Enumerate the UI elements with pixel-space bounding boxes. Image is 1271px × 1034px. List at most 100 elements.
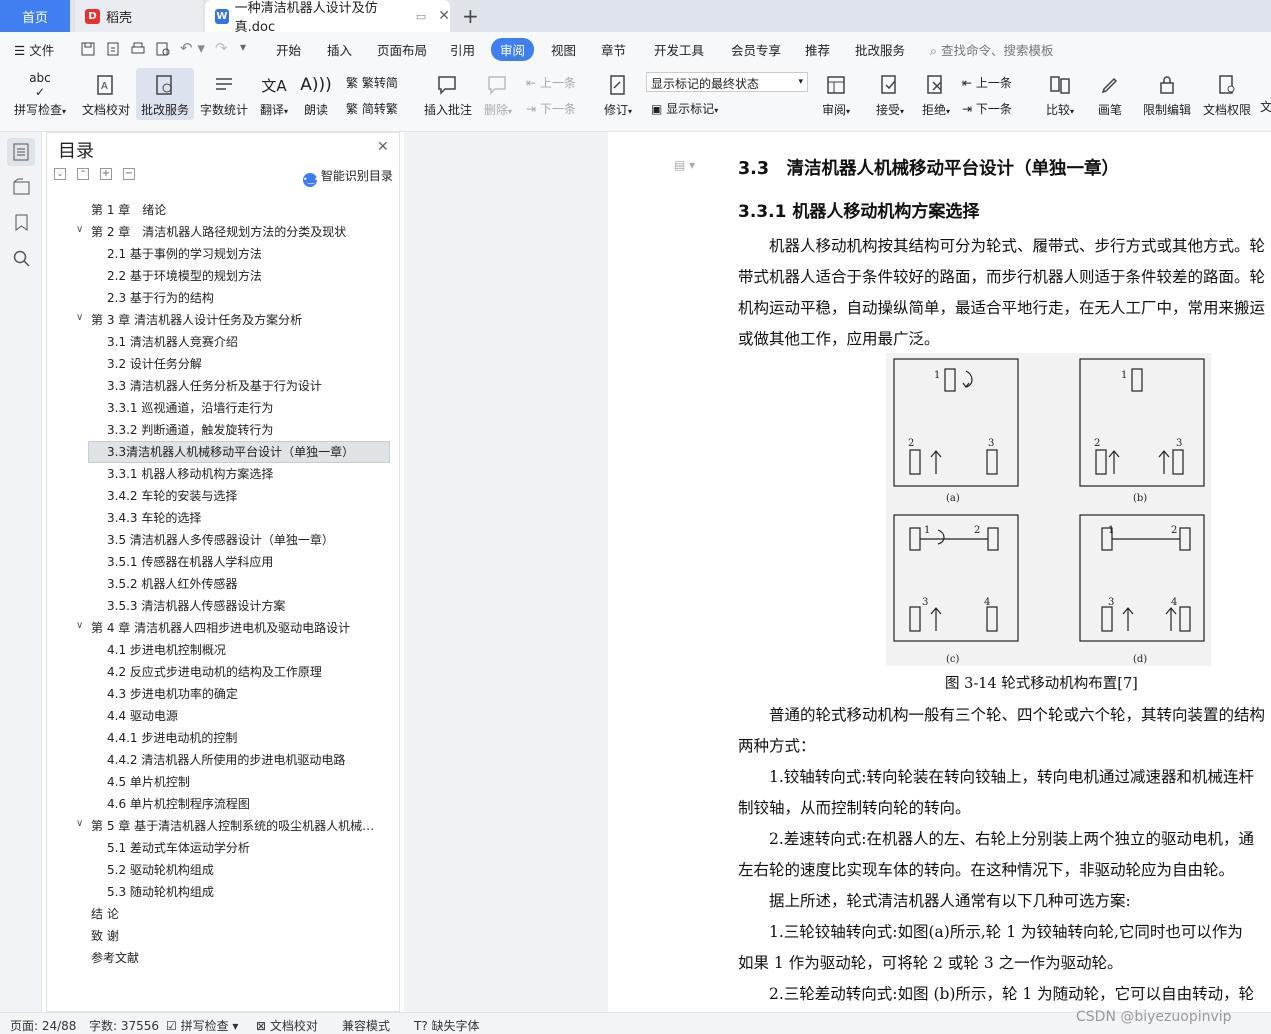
doc-proof-button[interactable]: A 文档校对 <box>80 72 132 118</box>
toc-item[interactable]: 3.5.1 传感器在机器人学科应用 <box>107 553 273 570</box>
close-panel-icon[interactable]: ✕ <box>377 139 389 155</box>
new-tab-icon[interactable]: + <box>462 4 479 28</box>
prev-change-button[interactable]: ⇤ 上一条 <box>962 74 1012 91</box>
more-quick-icon[interactable]: ▾ <box>240 40 246 54</box>
ribbon-more-button[interactable]: 文 <box>1260 98 1271 115</box>
toc-item[interactable]: 3.4.3 车轮的选择 <box>107 509 201 526</box>
toc-item[interactable]: 5.3 随动轮机构组成 <box>107 883 214 900</box>
simp-to-trad-button[interactable]: 繁 简转繁 <box>346 100 398 117</box>
print-preview-icon[interactable] <box>155 41 171 57</box>
toc-expand-icon[interactable]: ∨ <box>76 818 83 829</box>
print-icon[interactable] <box>130 41 146 57</box>
menu-tab-10[interactable]: 批改服务 <box>855 40 905 59</box>
toc-item[interactable]: 3.1 清洁机器人竞赛介绍 <box>107 333 238 350</box>
toc-item[interactable]: 3.3清洁机器人机械移动平台设计（单独一章） <box>107 443 354 460</box>
search-icon[interactable] <box>13 250 30 271</box>
toc-panel-icon[interactable] <box>7 138 35 166</box>
toc-expand-icon[interactable]: ∨ <box>76 620 83 631</box>
toc-item[interactable]: 3.2 设计任务分解 <box>107 355 202 372</box>
collapse-all-icon[interactable]: ⌄ <box>54 168 66 180</box>
prev-comment-button[interactable]: ⇤ 上一条 <box>526 74 576 91</box>
show-markup-button[interactable]: ▣ 显示标记▾ <box>651 100 718 117</box>
delete-comment-button[interactable]: 删除▾ <box>480 72 516 118</box>
save-icon[interactable] <box>80 41 96 57</box>
status-spell-check[interactable]: ☑ 拼写检查 ▾ <box>166 1017 238 1034</box>
translate-button[interactable]: 文A 翻译▾ <box>256 72 292 118</box>
restrict-edit-button[interactable]: 限制编辑 <box>1140 72 1194 118</box>
menu-tab-3[interactable]: 引用 <box>450 40 475 59</box>
toc-item[interactable]: 3.3.1 机器人移动机构方案选择 <box>107 465 273 482</box>
tab-daoke[interactable]: D 稻壳 <box>75 0 203 32</box>
menu-tab-2[interactable]: 页面布局 <box>377 40 427 59</box>
toc-item[interactable]: 2.1 基于事例的学习规划方法 <box>107 245 262 262</box>
toc-item[interactable]: 致 谢 <box>91 927 119 944</box>
toc-item[interactable]: 4.4 驱动电源 <box>107 707 178 724</box>
toc-item[interactable]: 第 4 章 清洁机器人四相步进电机及驱动电路设计 <box>91 619 350 636</box>
next-comment-button[interactable]: ⇥ 下一条 <box>526 100 576 117</box>
menu-tab-8[interactable]: 会员专享 <box>731 40 781 59</box>
compare-button[interactable]: 比较▾ <box>1040 72 1080 118</box>
tab-home[interactable]: 首页 <box>0 0 70 32</box>
toc-item[interactable]: 2.2 基于环境模型的规划方法 <box>107 267 262 284</box>
toc-item[interactable]: 5.1 差动式车体运动学分析 <box>107 839 250 856</box>
toc-item[interactable]: 4.4.2 清洁机器人所使用的步进电机驱动电路 <box>107 751 345 768</box>
toc-item[interactable]: 第 2 章 清洁机器人路径规划方法的分类及现状 <box>91 223 346 240</box>
bookmark-icon[interactable] <box>15 214 28 235</box>
toc-item[interactable]: 4.4.1 步进电动机的控制 <box>107 729 237 746</box>
toc-item[interactable]: 5.2 驱动轮机构组成 <box>107 861 214 878</box>
command-search[interactable]: ⌕ 查找命令、搜索模板 <box>930 40 1054 59</box>
toc-item[interactable]: 4.3 步进电机功率的确定 <box>107 685 238 702</box>
menu-tab-6[interactable]: 章节 <box>601 40 626 59</box>
toc-item[interactable]: 3.3 清洁机器人任务分析及基于行为设计 <box>107 377 322 394</box>
menu-tab-9[interactable]: 推荐 <box>805 40 830 59</box>
toc-item[interactable]: 结 论 <box>91 905 119 922</box>
reject-button[interactable]: 拒绝▾ <box>916 72 956 118</box>
word-count-button[interactable]: 字数统计 <box>198 72 250 118</box>
missing-fonts[interactable]: T? 缺失字体 <box>414 1017 480 1034</box>
toc-item[interactable]: 2.3 基于行为的结构 <box>107 289 214 306</box>
correction-service-button[interactable]: 批改服务 <box>136 68 194 120</box>
undo-icon[interactable]: ↶ ▾ <box>180 39 205 57</box>
spell-check-button[interactable]: abc ✓ 拼写检查▾ <box>10 71 70 118</box>
toc-item[interactable]: 3.4.2 车轮的安装与选择 <box>107 487 237 504</box>
insert-comment-button[interactable]: 插入批注 <box>422 72 474 118</box>
pen-button[interactable]: 画笔 <box>1094 72 1126 118</box>
toc-item[interactable]: 第 1 章 绪论 <box>91 201 166 218</box>
menu-tab-7[interactable]: 开发工具 <box>654 40 704 59</box>
markup-state-select[interactable]: 显示标记的最终状态 ▾ <box>646 72 808 92</box>
expand-up-icon[interactable]: ⌃ <box>77 168 89 180</box>
toc-item[interactable]: 3.3.2 判断通道，触发旋转行为 <box>107 421 273 438</box>
doc-permission-button[interactable]: 文档权限 <box>1200 72 1254 118</box>
review-pane-button[interactable]: 审阅▾ <box>816 72 856 118</box>
menu-tab-1[interactable]: 插入 <box>327 40 352 59</box>
toc-item[interactable]: 4.1 步进电机控制概况 <box>107 641 226 658</box>
next-change-button[interactable]: ⇥ 下一条 <box>962 100 1012 117</box>
status-doc-proof[interactable]: ⊠ 文档校对 <box>256 1017 318 1034</box>
menu-tab-4[interactable]: 审阅 <box>491 38 535 61</box>
read-aloud-button[interactable]: A))) 朗读 <box>298 72 334 118</box>
track-changes-button[interactable]: 修订▾ <box>600 72 636 118</box>
close-tab-icon[interactable]: ✕ <box>438 8 450 24</box>
trad-to-simp-button[interactable]: 繁 繁转简 <box>346 74 398 91</box>
toc-item[interactable]: 3.3.1 巡视通道，沿墙行走行为 <box>107 399 273 416</box>
paragraph-options-icon[interactable]: ▤ ▾ <box>674 158 695 172</box>
toc-item[interactable]: 第 3 章 清洁机器人设计任务及方案分析 <box>91 311 302 328</box>
chapter-nav-icon[interactable] <box>13 178 30 199</box>
file-menu[interactable]: ☰ 文件 <box>14 40 54 59</box>
export-pdf-icon[interactable] <box>105 41 121 57</box>
add-heading-icon[interactable]: + <box>100 168 112 180</box>
toc-item[interactable]: 4.6 单片机控制程序流程图 <box>107 795 250 812</box>
remove-heading-icon[interactable]: − <box>123 168 135 180</box>
toc-item[interactable]: 第 5 章 基于清洁机器人控制系统的吸尘机器人机械… <box>91 817 374 834</box>
smart-toc-button[interactable]: •‿• 智能识别目录 <box>303 167 393 187</box>
toc-item[interactable]: 4.5 单片机控制 <box>107 773 190 790</box>
accept-button[interactable]: 接受▾ <box>870 72 910 118</box>
word-count-indicator[interactable]: 字数: 37556 <box>89 1017 159 1034</box>
redo-icon[interactable]: ↷ <box>215 39 228 57</box>
toc-item[interactable]: 3.5.3 清洁机器人传感器设计方案 <box>107 597 285 614</box>
tab-document[interactable]: W 一种清洁机器人设计及仿真.doc ▭ ✕ <box>205 0 450 35</box>
toc-item[interactable]: 3.5 清洁机器人多传感器设计（单独一章） <box>107 531 334 548</box>
toc-item[interactable]: 4.2 反应式步进电动机的结构及工作原理 <box>107 663 322 680</box>
page-indicator[interactable]: 页面: 24/88 <box>10 1017 76 1034</box>
toc-expand-icon[interactable]: ∨ <box>76 312 83 323</box>
